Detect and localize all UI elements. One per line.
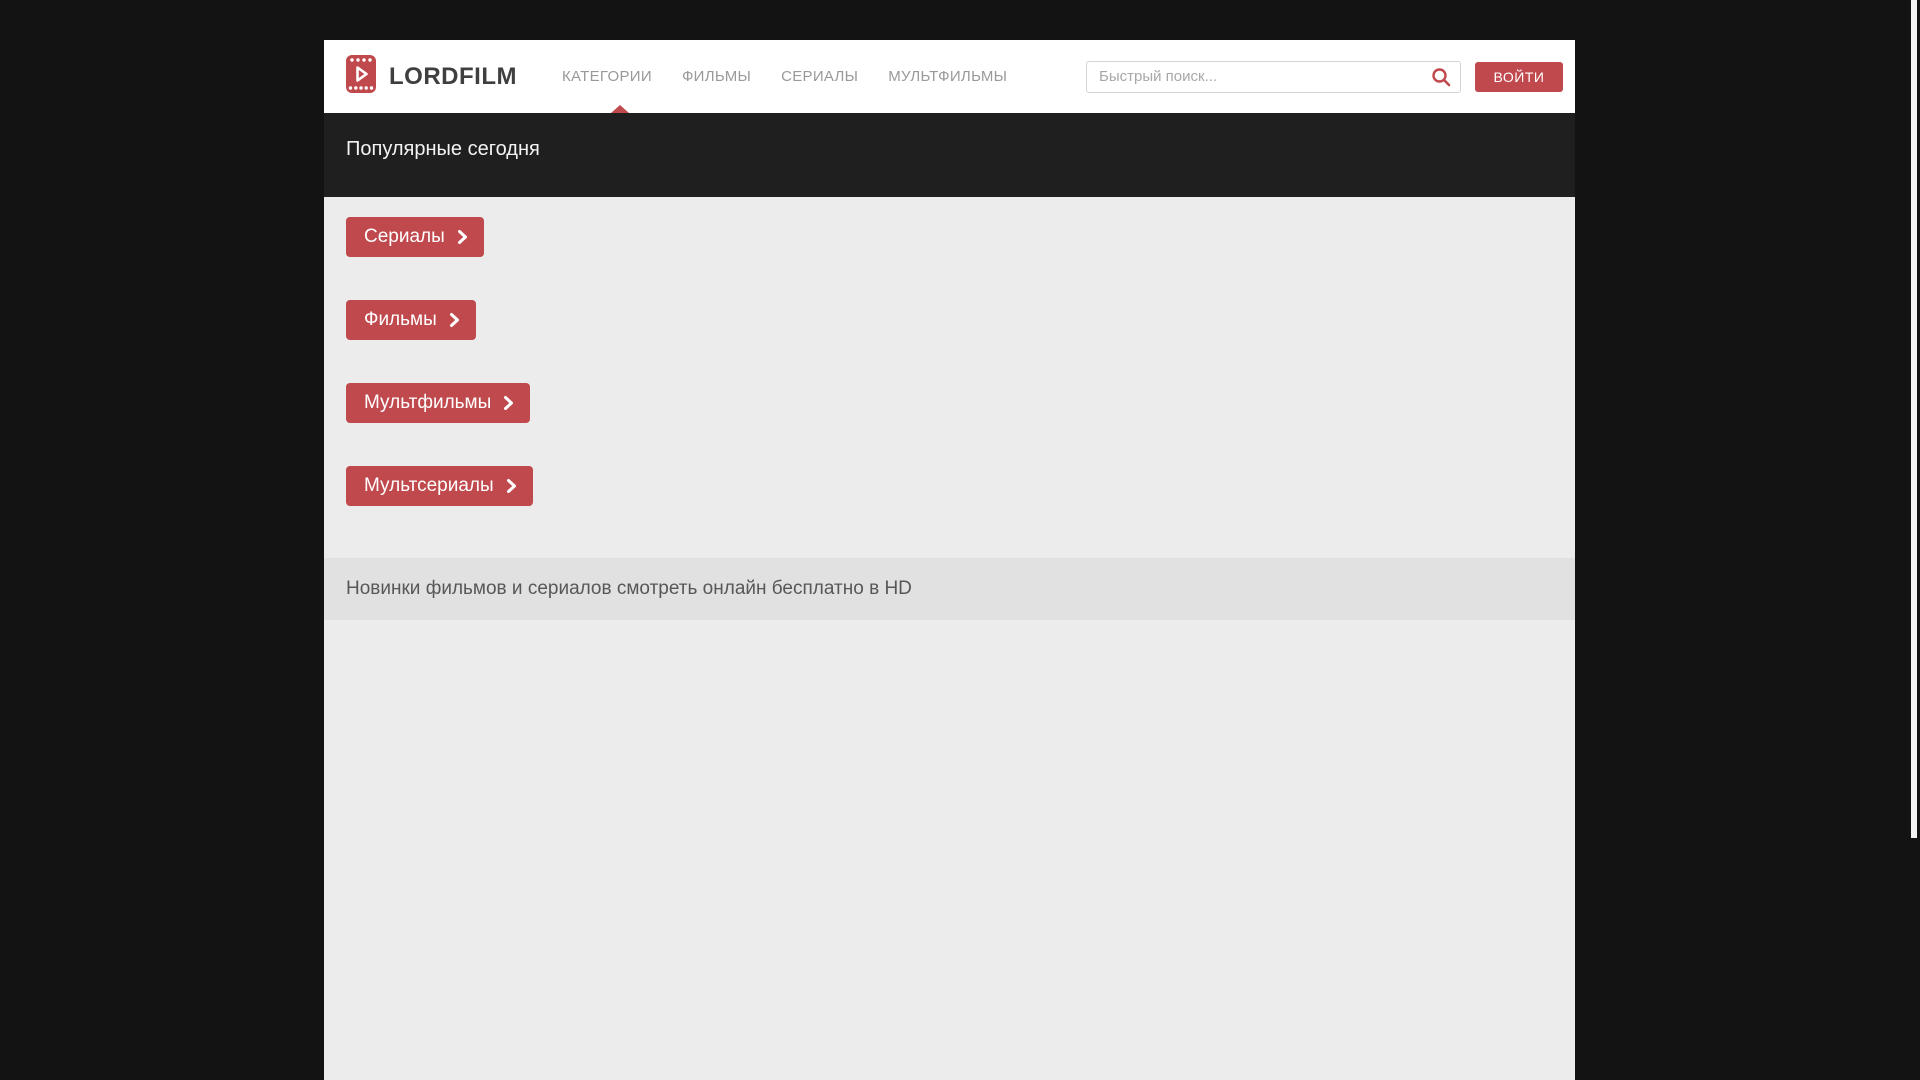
category-button-cartoon-films[interactable]: Мультфильмы xyxy=(346,383,531,423)
login-button[interactable]: ВОЙТИ xyxy=(1475,61,1563,92)
category-button-films[interactable]: Фильмы xyxy=(346,300,476,340)
popular-title: Популярные сегодня xyxy=(346,138,540,160)
logo[interactable]: LORDFILM xyxy=(346,55,517,98)
logo-text: LORDFILM xyxy=(389,62,517,90)
category-button-label: Фильмы xyxy=(364,309,437,330)
content-column: LORDFILM КАТЕГОРИИ ФИЛЬМЫ СЕРИАЛЫ МУЛЬТФ… xyxy=(324,40,1575,1080)
search-icon[interactable] xyxy=(1431,67,1451,87)
chevron-right-icon xyxy=(449,312,460,328)
chevron-right-icon xyxy=(503,395,514,411)
browser-scrollbar-thumb[interactable] xyxy=(1911,0,1917,838)
category-button-label: Мультсериалы xyxy=(364,475,494,496)
film-play-icon xyxy=(346,55,376,98)
category-button-label: Сериалы xyxy=(364,226,445,247)
search-box xyxy=(1086,60,1461,93)
popular-section: Популярные сегодня xyxy=(324,113,1575,197)
nav-item-cartoons[interactable]: МУЛЬТФИЛЬМЫ xyxy=(888,68,1007,85)
category-button-series[interactable]: Сериалы xyxy=(346,217,484,257)
categories-section: Сериалы Фильмы Мультфильмы Мультсериалы xyxy=(324,197,1575,558)
content-placeholder xyxy=(324,620,1575,1080)
site-header: LORDFILM КАТЕГОРИИ ФИЛЬМЫ СЕРИАЛЫ МУЛЬТФ… xyxy=(324,40,1575,113)
new-releases-title: Новинки фильмов и сериалов смотреть онла… xyxy=(346,578,912,599)
chevron-right-icon xyxy=(506,478,517,494)
chevron-right-icon xyxy=(457,229,468,245)
new-releases-bar: Новинки фильмов и сериалов смотреть онла… xyxy=(324,558,1575,620)
search-input[interactable] xyxy=(1086,60,1461,93)
main-nav: КАТЕГОРИИ ФИЛЬМЫ СЕРИАЛЫ МУЛЬТФИЛЬМЫ xyxy=(562,68,1007,85)
active-nav-indicator xyxy=(611,105,629,113)
nav-item-series[interactable]: СЕРИАЛЫ xyxy=(781,68,858,85)
nav-item-films[interactable]: ФИЛЬМЫ xyxy=(682,68,751,85)
category-button-label: Мультфильмы xyxy=(364,392,492,413)
nav-item-categories[interactable]: КАТЕГОРИИ xyxy=(562,68,652,85)
category-button-cartoon-series[interactable]: Мультсериалы xyxy=(346,466,533,506)
